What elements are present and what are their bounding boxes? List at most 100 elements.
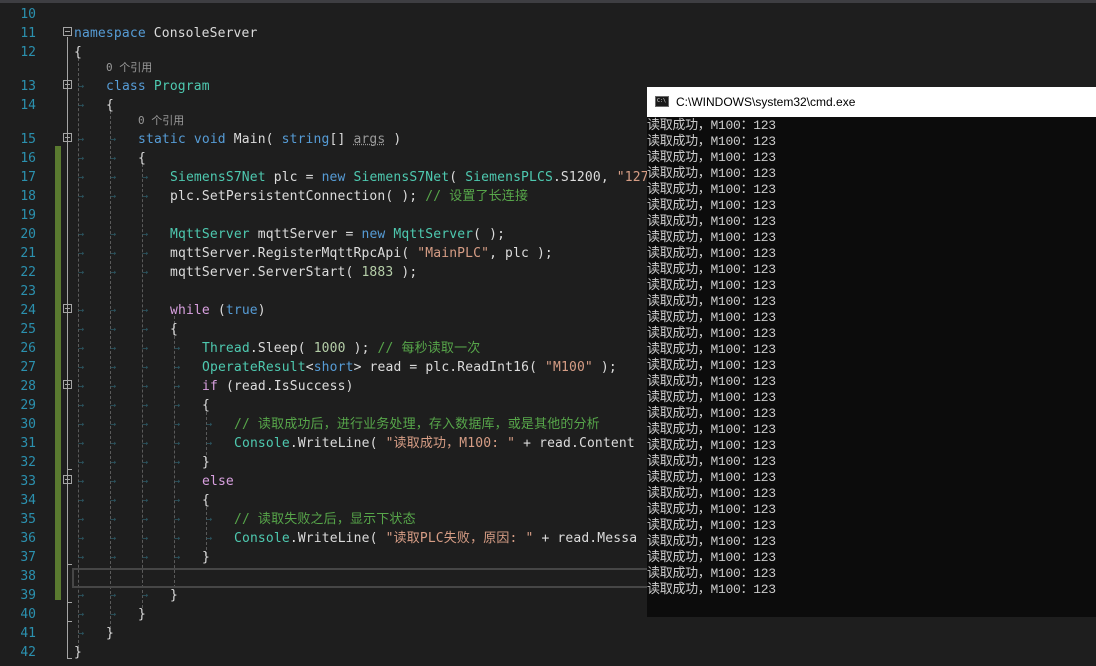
tab-arrow-icon: → <box>142 533 149 544</box>
tab-arrow-icon: → <box>78 590 85 601</box>
token-ctl: while <box>170 303 210 318</box>
token-ty: Thread <box>202 341 250 356</box>
line-number: 35 <box>20 512 36 527</box>
tab-arrow-icon: → <box>110 438 117 449</box>
token-ty: MqttServer <box>393 227 474 242</box>
token-ty: Console <box>234 531 290 546</box>
console-output-line: 读取成功，M100：123 <box>647 550 776 565</box>
line-number: 30 <box>20 417 36 432</box>
tab-arrow-icon: → <box>78 476 85 487</box>
tab-arrow-icon: → <box>142 343 149 354</box>
cmd-output: 读取成功，M100：123 读取成功，M100：123 读取成功，M100：123 读… <box>647 118 1096 598</box>
token: ConsoleServer <box>145 26 258 41</box>
tab-arrow-icon: → <box>78 381 85 392</box>
line-number: 25 <box>20 322 36 337</box>
tab-arrow-icon: → <box>110 153 117 164</box>
tab-arrow-icon: → <box>78 248 85 259</box>
console-output-line: 读取成功，M100：123 <box>647 246 776 261</box>
tab-arrow-icon: → <box>206 438 213 449</box>
cmd-icon <box>655 96 669 107</box>
token-ctl: else <box>202 474 234 489</box>
token-kw: short <box>313 360 354 375</box>
code-text: } <box>74 643 82 662</box>
cmd-window[interactable]: C:\WINDOWS\system32\cmd.exe 读取成功，M100：12… <box>647 87 1096 617</box>
tab-arrow-icon: → <box>174 552 181 563</box>
token-str: "M100" <box>545 360 593 375</box>
token-kw: string <box>281 132 330 147</box>
code-text: namespace ConsoleServer <box>74 24 257 43</box>
token: { <box>202 398 210 413</box>
line-number: 18 <box>20 189 36 204</box>
code-line[interactable]: 12 { <box>0 43 1096 62</box>
tab-arrow-icon: → <box>142 457 149 468</box>
token: { <box>74 45 82 60</box>
tab-arrow-icon: → <box>78 305 85 316</box>
console-output-line: 读取成功，M100：123 <box>647 582 776 597</box>
tab-arrow-icon: → <box>110 609 117 620</box>
console-output-line: 读取成功，M100：123 <box>647 566 776 581</box>
token: } <box>202 455 210 470</box>
line-number: 29 <box>20 398 36 413</box>
line-number: 11 <box>20 26 36 41</box>
token-num: 1000 <box>313 341 346 356</box>
line-number: 41 <box>20 626 36 641</box>
code-text: { <box>138 149 146 168</box>
tab-arrow-icon: → <box>174 533 181 544</box>
code-text: { <box>202 491 210 510</box>
codelens-main-references[interactable]: 0 个引用 <box>138 113 184 128</box>
code-line[interactable]: 41 →} <box>0 624 1096 643</box>
code-text: class Program <box>106 77 210 96</box>
code-text: { <box>106 96 114 115</box>
code-line[interactable]: 11 namespace ConsoleServer <box>0 24 1096 43</box>
token: } <box>170 588 178 603</box>
token: + read.Messa <box>533 531 638 546</box>
tab-arrow-icon: → <box>78 628 85 639</box>
tab-arrow-icon: → <box>110 419 117 430</box>
token-ctl: if <box>202 379 218 394</box>
console-output-line: 读取成功，M100：123 <box>647 534 776 549</box>
token-kw: true <box>225 303 258 318</box>
line-number: 14 <box>20 98 36 113</box>
code-line[interactable]: 10 <box>0 5 1096 24</box>
token-kw: new <box>361 227 386 242</box>
token: { <box>170 322 178 337</box>
token-kw: class <box>106 79 146 94</box>
tab-arrow-icon: → <box>142 495 149 506</box>
line-number: 28 <box>20 379 36 394</box>
token-ty: SiemensPLCS <box>465 170 553 185</box>
console-output-line: 读取成功，M100：123 <box>647 454 776 469</box>
token: ) <box>385 132 402 147</box>
token: ); <box>393 265 418 280</box>
cmd-title-bar[interactable]: C:\WINDOWS\system32\cmd.exe <box>647 87 1096 117</box>
line-number: 13 <box>20 79 36 94</box>
code-line[interactable]: 42} <box>0 643 1096 662</box>
tab-arrow-icon: → <box>78 324 85 335</box>
tab-arrow-icon: → <box>142 514 149 525</box>
token: } <box>74 645 82 660</box>
line-number: 20 <box>20 227 36 242</box>
code-text: // 读取成功后，进行业务处理，存入数据库，或是其他的分析 <box>234 415 600 434</box>
tab-arrow-icon: → <box>110 343 117 354</box>
tab-arrow-icon: → <box>142 267 149 278</box>
tab-arrow-icon: → <box>174 362 181 373</box>
line-number: 24 <box>20 303 36 318</box>
tab-arrow-icon: → <box>78 552 85 563</box>
console-output-line: 读取成功，M100：123 <box>647 182 776 197</box>
tab-arrow-icon: → <box>110 514 117 525</box>
token-ty: SiemensS7Net <box>353 170 450 185</box>
token: { <box>138 151 146 166</box>
cmd-title-text: C:\WINDOWS\system32\cmd.exe <box>676 95 856 109</box>
code-text: OperateResult<short> read = plc.ReadInt1… <box>202 358 617 377</box>
line-number: 26 <box>20 341 36 356</box>
token-kw: static <box>138 132 186 147</box>
tab-arrow-icon: → <box>142 305 149 316</box>
tab-arrow-icon: → <box>110 590 117 601</box>
console-output-line: 读取成功，M100：123 <box>647 214 776 229</box>
console-output-line: 读取成功，M100：123 <box>647 374 776 389</box>
code-text: static void Main( string[] args ) <box>138 130 401 149</box>
codelens-class-references[interactable]: 0 个引用 <box>106 60 152 75</box>
line-number: 15 <box>20 132 36 147</box>
tab-arrow-icon: → <box>78 533 85 544</box>
